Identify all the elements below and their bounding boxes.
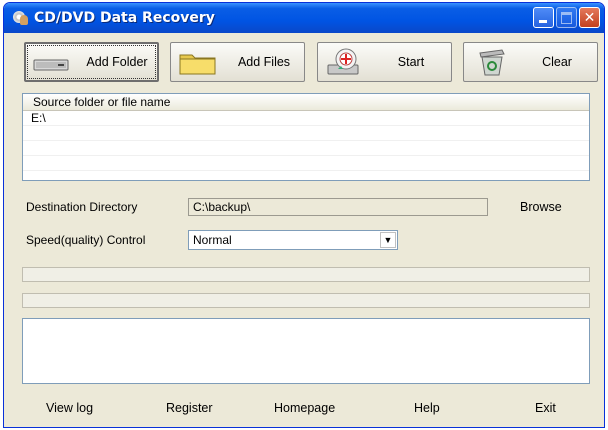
exit-link[interactable]: Exit (535, 401, 556, 415)
drive-icon (33, 59, 69, 71)
progress-bar-total (22, 293, 590, 308)
speed-label: Speed(quality) Control (26, 233, 146, 247)
start-label: Start (397, 55, 425, 69)
register-link[interactable]: Register (166, 401, 213, 415)
cd-person-icon (11, 10, 29, 26)
source-list[interactable]: Source folder or file name E:\ (22, 93, 590, 181)
homepage-link[interactable]: Homepage (274, 401, 335, 415)
close-icon: ✕ (583, 9, 596, 25)
recycle-bin-icon (479, 49, 505, 76)
recovery-start-icon (327, 48, 359, 75)
clear-label: Clear (542, 55, 572, 69)
close-button[interactable]: ✕ (579, 7, 600, 28)
toolbar: Add Folder Add Files Start Clear (18, 42, 598, 84)
list-empty-row (23, 141, 589, 156)
maximize-button[interactable] (556, 7, 577, 28)
log-output-area[interactable] (22, 318, 590, 384)
add-files-label: Add Files (237, 55, 291, 69)
window-title: CD/DVD Data Recovery (34, 10, 215, 26)
browse-button[interactable]: Browse (520, 200, 562, 214)
list-empty-row (23, 156, 589, 171)
folder-icon (179, 54, 216, 75)
add-folder-label: Add Folder (86, 55, 148, 69)
clear-button[interactable]: Clear (463, 42, 598, 82)
chevron-down-icon[interactable]: ▼ (380, 232, 396, 248)
add-files-button[interactable]: Add Files (170, 42, 305, 82)
minimize-button[interactable] (533, 7, 554, 28)
add-folder-button[interactable]: Add Folder (24, 42, 159, 82)
view-log-link[interactable]: View log (46, 401, 93, 415)
speed-selected-value: Normal (193, 233, 232, 247)
source-list-header[interactable]: Source folder or file name (23, 94, 589, 111)
progress-bar-current (22, 267, 590, 282)
destination-label: Destination Directory (26, 200, 138, 214)
list-item[interactable]: E:\ (23, 111, 589, 126)
start-button[interactable]: Start (317, 42, 452, 82)
speed-select[interactable]: Normal ▼ (188, 230, 398, 250)
help-link[interactable]: Help (414, 401, 440, 415)
list-empty-row (23, 126, 589, 141)
title-bar[interactable]: CD/DVD Data Recovery ✕ (4, 3, 604, 33)
destination-field[interactable]: C:\backup\ (188, 198, 488, 216)
